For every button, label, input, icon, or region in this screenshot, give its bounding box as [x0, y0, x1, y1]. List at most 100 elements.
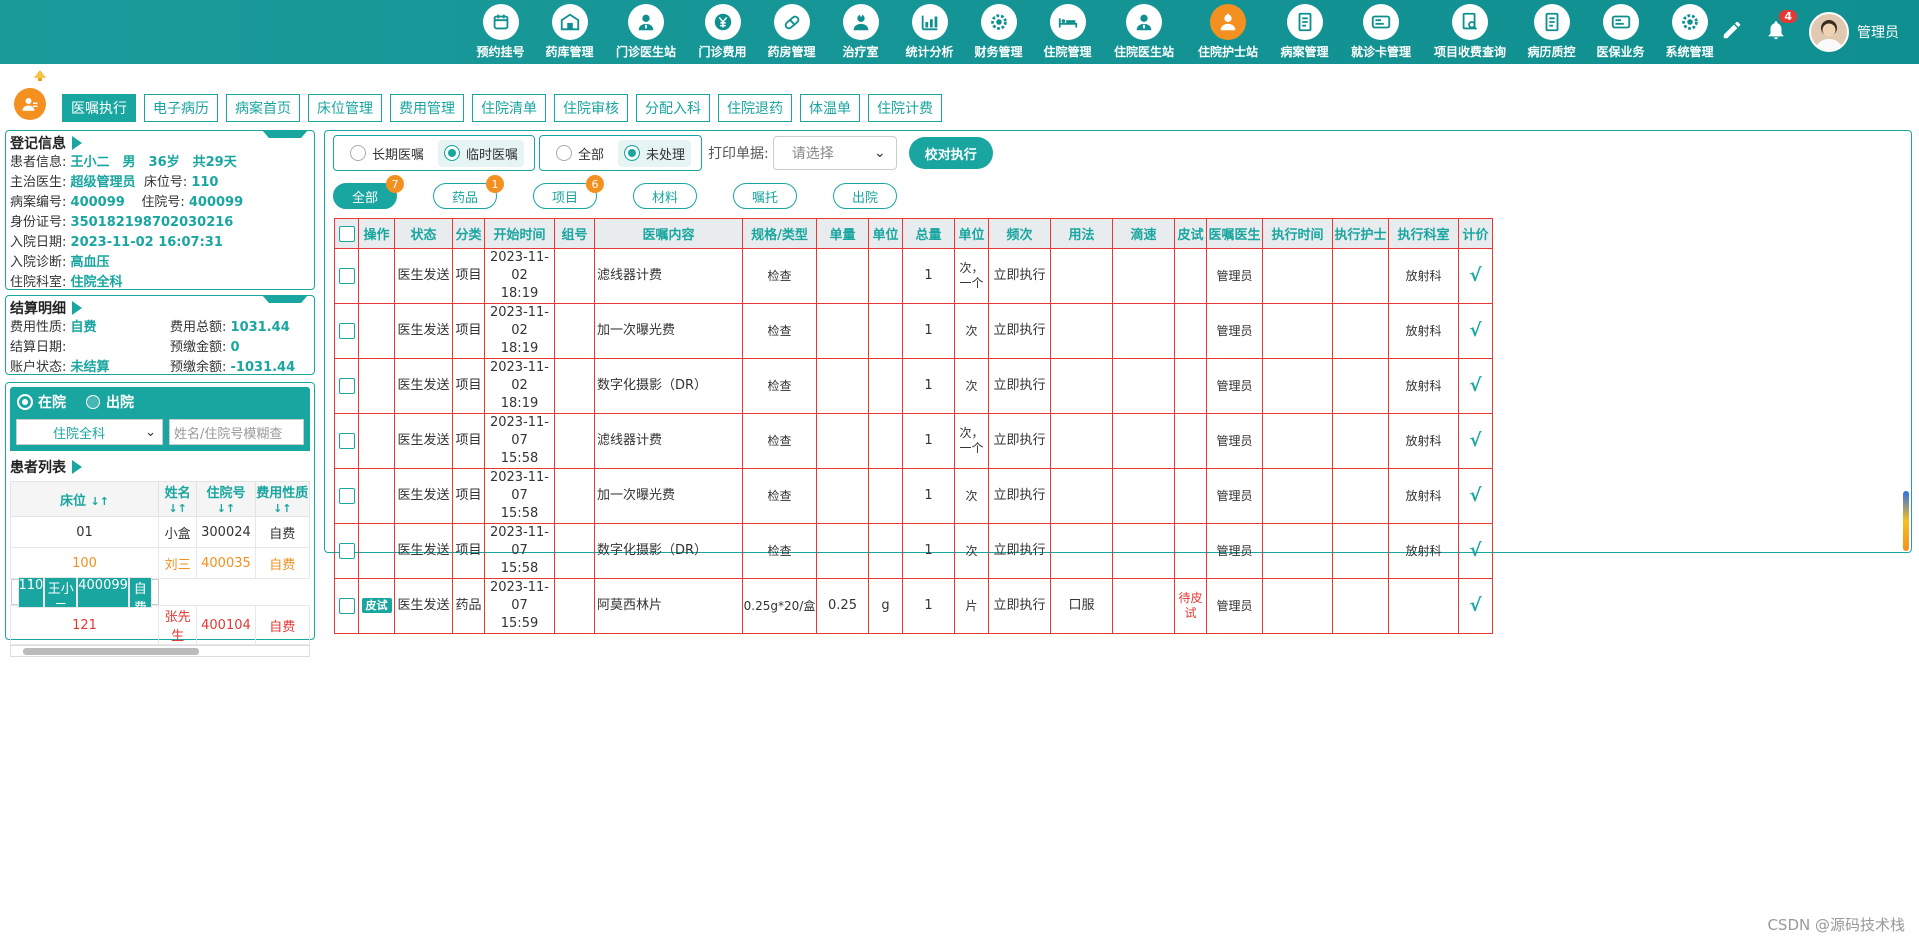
row-checkbox[interactable] [334, 523, 359, 579]
nav-item-11[interactable]: 病案管理 [1270, 4, 1339, 60]
user-menu[interactable]: 管理员 [1809, 12, 1899, 52]
tab-9[interactable]: 体温单 [800, 94, 860, 122]
order-row[interactable]: 医生发送 项目 2023-11-02 18:19 滤线器计费 检查 1 次，一个 立即执行 管理员… [334, 248, 1493, 304]
row-checkbox[interactable] [334, 248, 359, 304]
sort-icon[interactable]: ↓↑ [273, 502, 291, 515]
filter-pill-3[interactable]: 材料 [633, 183, 697, 209]
patient-row[interactable]: 100 刘三 400035 自费 [10, 547, 311, 579]
tab-0[interactable]: 医嘱执行 [62, 94, 136, 122]
sort-icon[interactable]: ↓↑ [168, 502, 186, 515]
order-row[interactable]: 医生发送 项目 2023-11-07 15:58 加一次曝光费 检查 1 次立即执行 管理员 放射… [334, 468, 1493, 524]
nav-item-5[interactable]: 治疗室 [826, 4, 895, 60]
column-header: 单量 [816, 218, 869, 249]
radio-temporary[interactable]: 临时医嘱 [438, 139, 525, 167]
column-header[interactable]: 姓名 ↓↑ [157, 481, 198, 517]
filter-pill-1[interactable]: 药品 1 [433, 175, 504, 209]
order-cell-skin [1174, 468, 1207, 524]
nav-item-12[interactable]: 就诊卡管理 [1339, 4, 1423, 60]
nav-item-8[interactable]: 住院管理 [1033, 4, 1102, 60]
nav-item-13[interactable]: 项目收费查询 [1423, 4, 1517, 60]
order-row[interactable]: 医生发送 项目 2023-11-02 18:19 加一次曝光费 检查 1 次立即执行 管理员 放射… [334, 303, 1493, 359]
radio-in-hospital[interactable]: 在院 [18, 392, 66, 412]
tab-7[interactable]: 分配入科 [636, 94, 710, 122]
row-checkbox[interactable] [334, 358, 359, 414]
order-cell-exec_time [1262, 578, 1333, 634]
patient-search-input[interactable]: 姓名/住院号模糊查 [168, 419, 304, 445]
order-cell-freq: 立即执行 [988, 303, 1051, 359]
nav-item-3[interactable]: 门诊费用 [688, 4, 757, 60]
order-cell-doctor: 管理员 [1206, 303, 1263, 359]
expand-arrow-icon[interactable] [72, 460, 82, 474]
filter-pill-0[interactable]: 全部 7 [333, 175, 404, 209]
collapse-notch[interactable] [262, 130, 308, 138]
notification-bell-icon[interactable]: 4 [1765, 10, 1797, 46]
nav-item-4[interactable]: 药房管理 [757, 4, 826, 60]
tab-5[interactable]: 住院清单 [472, 94, 546, 122]
nav-item-15[interactable]: 医保业务 [1586, 4, 1655, 60]
order-row[interactable]: 医生发送 项目 2023-11-07 15:58 数字化摄影（DR） 检查 1 次立即执行 管理… [334, 523, 1493, 579]
column-header: 单位 [868, 218, 903, 249]
sort-icon[interactable]: ↓↑ [217, 502, 235, 515]
radio-unprocessed[interactable]: 未处理 [618, 139, 692, 167]
horizontal-scrollbar[interactable] [10, 645, 310, 657]
row-checkbox[interactable] [334, 578, 359, 634]
expand-arrow-icon[interactable] [72, 136, 82, 150]
nav-item-9[interactable]: 住院医生站 [1102, 4, 1186, 60]
radio-long-term[interactable]: 长期医嘱 [344, 140, 430, 167]
sort-icon[interactable]: ↓↑ [91, 495, 109, 508]
skin-test-button[interactable]: 皮试 [361, 598, 392, 613]
patient-cell: 刘三 [157, 547, 198, 579]
nav-item-label: 就诊卡管理 [1350, 45, 1411, 59]
order-row[interactable]: 皮试 医生发送 药品 2023-11-07 15:59 阿莫西林片 0.25g*20/盒 0.… [334, 578, 1493, 634]
nav-item-10[interactable]: 住院护士站 [1186, 4, 1270, 60]
filter-pill-4[interactable]: 嘱托 [733, 183, 797, 209]
tab-4[interactable]: 费用管理 [390, 94, 464, 122]
scrollbar-thumb[interactable] [23, 648, 199, 655]
select-all-checkbox[interactable] [334, 218, 359, 249]
collapse-notch[interactable] [262, 295, 308, 303]
order-row[interactable]: 医生发送 项目 2023-11-07 15:58 滤线器计费 检查 1 次，一个 立即执行 管理员… [334, 413, 1493, 469]
order-cell-status: 医生发送 [394, 303, 453, 359]
column-header[interactable]: 床位 ↓↑ [10, 481, 159, 517]
small-bell-icon[interactable] [32, 68, 48, 86]
row-checkbox[interactable] [334, 413, 359, 469]
patient-row[interactable]: 01 小盒 300024 自费 [10, 516, 311, 548]
order-cell-nurse [1332, 578, 1389, 634]
nav-item-2[interactable]: 门诊医生站 [604, 4, 688, 60]
settlement-title: 结算明细 [10, 298, 310, 318]
nav-item-16[interactable]: 系统管理 [1655, 4, 1724, 60]
order-cell-priced: √ [1458, 303, 1493, 359]
tab-3[interactable]: 床位管理 [308, 94, 382, 122]
order-cell-freq: 立即执行 [988, 468, 1051, 524]
order-row[interactable]: 医生发送 项目 2023-11-02 18:19 数字化摄影（DR） 检查 1 次立即执行 管理… [334, 358, 1493, 414]
department-select[interactable]: 住院全科 ⌄ [16, 419, 163, 445]
row-checkbox[interactable] [334, 303, 359, 359]
expand-arrow-icon[interactable] [72, 301, 82, 315]
row-checkbox[interactable] [334, 468, 359, 524]
tab-1[interactable]: 电子病历 [144, 94, 218, 122]
tab-6[interactable]: 住院审核 [554, 94, 628, 122]
print-select[interactable]: 请选择 ⌄ [772, 136, 897, 170]
vertical-scrollbar[interactable] [1903, 491, 1909, 551]
filter-pill-2[interactable]: 项目 6 [533, 175, 604, 209]
nav-item-0[interactable]: 预约挂号 [466, 4, 535, 60]
filter-pill-5[interactable]: 出院 [833, 183, 897, 209]
nurse-icon [842, 4, 879, 40]
order-cell-group [554, 578, 595, 634]
column-header[interactable]: 住院号 ↓↑ [196, 481, 256, 517]
radio-discharged[interactable]: 出院 [86, 392, 134, 412]
nav-item-7[interactable]: 财务管理 [964, 4, 1033, 60]
tab-2[interactable]: 病案首页 [226, 94, 300, 122]
order-cell-dose [816, 413, 869, 469]
nav-item-1[interactable]: 药库管理 [535, 4, 604, 60]
verify-execute-button[interactable]: 校对执行 [908, 137, 993, 169]
patient-row[interactable]: 110 王小二 400099 自费 [10, 576, 159, 616]
column-header[interactable]: 费用性质 ↓↑ [254, 481, 311, 517]
radio-all[interactable]: 全部 [550, 140, 610, 167]
tab-10[interactable]: 住院计费 [868, 94, 942, 122]
pencil-icon[interactable] [1721, 19, 1743, 45]
nav-item-14[interactable]: 病历质控 [1517, 4, 1586, 60]
nav-item-6[interactable]: 统计分析 [895, 4, 964, 60]
tab-8[interactable]: 住院退药 [718, 94, 792, 122]
order-cell-dept: 放射科 [1388, 358, 1459, 414]
